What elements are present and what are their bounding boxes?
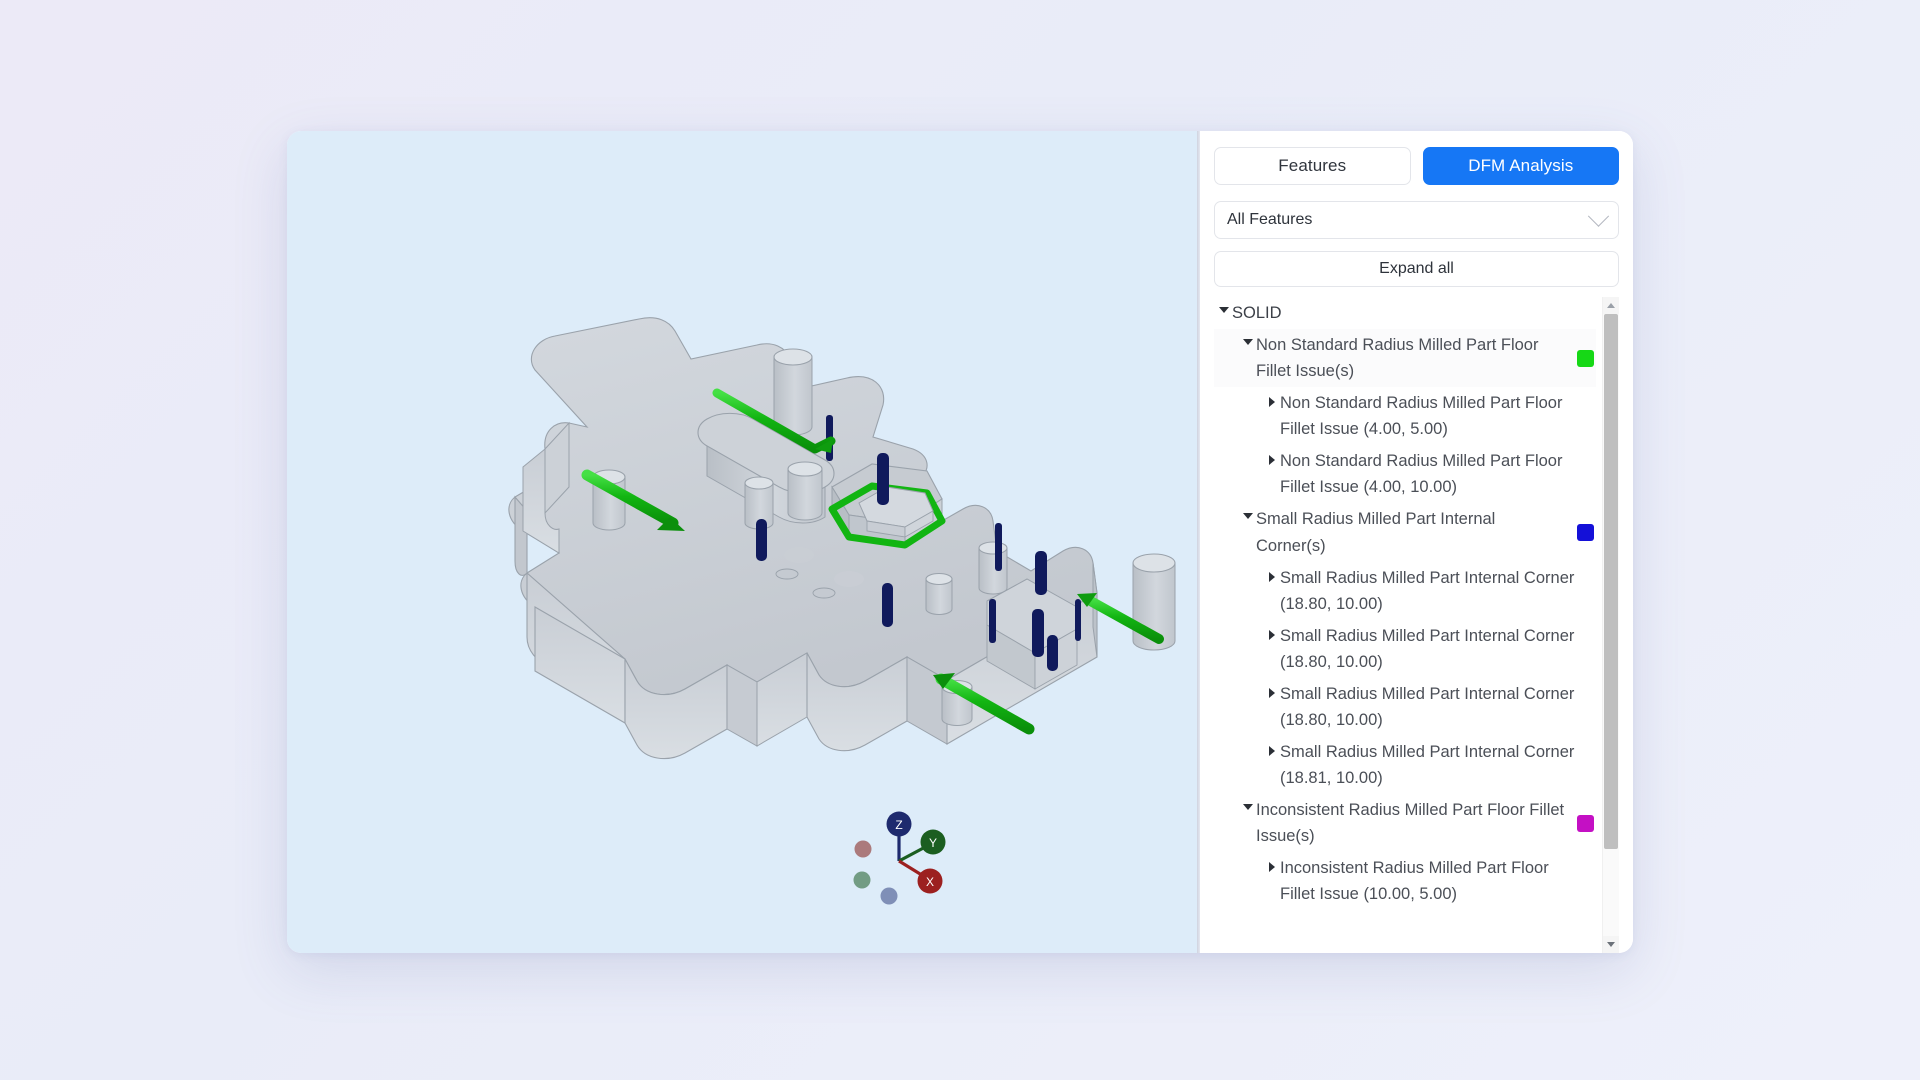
tree-row-issue[interactable]: Small Radius Milled Part Internal Corner… <box>1214 678 1596 736</box>
tree-issue-label: Small Radius Milled Part Internal Corner… <box>1280 684 1575 729</box>
tree-row-group[interactable]: Small Radius Milled Part Internal Corner… <box>1214 503 1596 561</box>
tree-issue-label: Inconsistent Radius Milled Part Floor Fi… <box>1280 859 1549 904</box>
tab-features-label: Features <box>1278 156 1347 175</box>
y-axis-ball: Y <box>920 829 946 855</box>
tree-row-group[interactable]: Inconsistent Radius Milled Part Floor Fi… <box>1214 794 1596 852</box>
negative-x-dot <box>854 840 872 858</box>
twisty-right-icon[interactable] <box>1264 629 1280 640</box>
3d-part-model[interactable] <box>287 131 1197 953</box>
tab-features[interactable]: Features <box>1214 147 1411 185</box>
tree-label-solid: SOLID <box>1232 304 1282 322</box>
twisty-down-icon[interactable] <box>1216 307 1232 313</box>
twisty-down-icon[interactable] <box>1240 339 1256 346</box>
dfm-side-panel: Features DFM Analysis All Features Expan… <box>1200 131 1633 953</box>
tree-issue-label: Non Standard Radius Milled Part Floor Fi… <box>1280 452 1563 497</box>
issue-color-swatch[interactable] <box>1577 524 1594 541</box>
x-axis-ball: X <box>917 868 943 894</box>
tab-dfm-analysis-label: DFM Analysis <box>1468 156 1574 175</box>
tree-row-issue[interactable]: Small Radius Milled Part Internal Corner… <box>1214 620 1596 678</box>
y-axis-label: Y <box>929 836 937 850</box>
tree-group-label: Small Radius Milled Part Internal Corner… <box>1256 510 1496 555</box>
tree-row-issue[interactable]: Inconsistent Radius Milled Part Floor Fi… <box>1214 852 1596 910</box>
x-axis-label: X <box>926 875 934 889</box>
twisty-right-icon[interactable] <box>1264 745 1280 756</box>
scroll-up-icon <box>1607 303 1615 308</box>
negative-y-dot <box>853 871 871 889</box>
twisty-right-icon[interactable] <box>1264 862 1280 873</box>
tree-row-solid[interactable]: SOLID <box>1214 297 1596 329</box>
tab-dfm-analysis[interactable]: DFM Analysis <box>1422 147 1619 185</box>
scroll-down-icon <box>1607 942 1615 947</box>
scroll-down-button[interactable] <box>1603 936 1619 953</box>
twisty-right-icon[interactable] <box>1264 687 1280 698</box>
tree-group-label: Inconsistent Radius Milled Part Floor Fi… <box>1256 801 1565 846</box>
scroll-up-button[interactable] <box>1603 297 1619 314</box>
tree-issue-label: Non Standard Radius Milled Part Floor Fi… <box>1280 394 1563 439</box>
cad-application-window: Z Y X Features DFM Analysis All Features <box>287 131 1633 953</box>
feature-filter-value: All Features <box>1227 211 1313 228</box>
tree-issue-label: Small Radius Milled Part Internal Corner… <box>1280 568 1575 613</box>
tree-issue-label: Small Radius Milled Part Internal Corner… <box>1280 742 1575 787</box>
chevron-down-icon <box>1587 205 1610 227</box>
z-axis-label: Z <box>895 818 902 832</box>
twisty-right-icon[interactable] <box>1264 455 1280 466</box>
tree-scrollbar[interactable] <box>1602 297 1619 953</box>
tree-row-issue[interactable]: Small Radius Milled Part Internal Corner… <box>1214 562 1596 620</box>
twisty-right-icon[interactable] <box>1264 571 1280 582</box>
axis-orientation-gizmo[interactable]: Z Y X <box>847 809 967 919</box>
twisty-down-icon[interactable] <box>1240 804 1256 811</box>
negative-z-dot <box>880 887 898 905</box>
scrollbar-track[interactable] <box>1603 314 1619 936</box>
dfm-tree[interactable]: SOLID Non Standard Radius Milled Part Fl… <box>1214 297 1602 953</box>
scrollbar-thumb[interactable] <box>1604 314 1618 849</box>
tree-issue-label: Small Radius Milled Part Internal Corner… <box>1280 626 1575 671</box>
twisty-right-icon[interactable] <box>1264 397 1280 408</box>
tree-row-issue[interactable]: Non Standard Radius Milled Part Floor Fi… <box>1214 445 1596 503</box>
dfm-tree-container: SOLID Non Standard Radius Milled Part Fl… <box>1214 297 1619 953</box>
issue-color-swatch[interactable] <box>1577 349 1594 367</box>
tree-row-group[interactable]: Non Standard Radius Milled Part Floor Fi… <box>1214 329 1596 388</box>
feature-filter-select[interactable]: All Features <box>1214 201 1619 239</box>
z-axis-ball: Z <box>886 811 912 837</box>
expand-all-label: Expand all <box>1379 260 1454 277</box>
3d-viewport[interactable]: Z Y X <box>287 131 1197 953</box>
twisty-down-icon[interactable] <box>1240 513 1256 520</box>
expand-all-button[interactable]: Expand all <box>1214 251 1619 287</box>
issue-color-swatch[interactable] <box>1577 814 1594 832</box>
tree-row-issue[interactable]: Non Standard Radius Milled Part Floor Fi… <box>1214 387 1596 445</box>
tree-row-issue[interactable]: Small Radius Milled Part Internal Corner… <box>1214 736 1596 794</box>
panel-tab-bar: Features DFM Analysis <box>1214 147 1619 185</box>
tree-group-label: Non Standard Radius Milled Part Floor Fi… <box>1256 336 1539 381</box>
